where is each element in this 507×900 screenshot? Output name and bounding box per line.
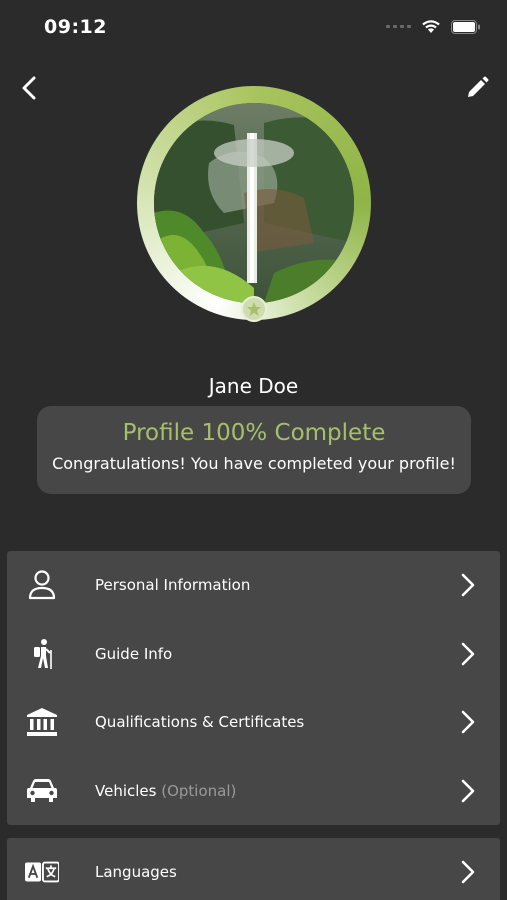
back-button[interactable] xyxy=(14,72,46,104)
menu-label: Personal Information xyxy=(95,576,251,595)
completion-message: Congratulations! You have completed your… xyxy=(52,454,456,473)
chevron-right-icon xyxy=(461,779,475,803)
menu-item-qualifications[interactable]: Qualifications & Certificates xyxy=(7,688,500,757)
edit-profile-button[interactable] xyxy=(463,74,491,102)
menu-label-text: Vehicles xyxy=(95,781,157,800)
completion-title: Profile 100% Complete xyxy=(122,420,386,446)
optional-tag: (Optional) xyxy=(161,781,237,800)
menu-item-vehicles[interactable]: Vehicles (Optional) xyxy=(7,757,500,826)
chevron-right-icon xyxy=(461,642,475,666)
pencil-icon xyxy=(468,76,489,97)
status-bar: 09:12 xyxy=(0,0,507,56)
cellular-signal-icon xyxy=(386,25,411,28)
menu-item-languages[interactable]: Languages xyxy=(7,838,500,900)
chevron-right-icon xyxy=(461,710,475,734)
person-icon xyxy=(25,568,59,602)
menu-label: Vehicles (Optional) xyxy=(95,782,236,800)
wifi-icon xyxy=(422,20,440,33)
menu-item-guide-info[interactable]: Guide Info xyxy=(7,620,500,689)
status-indicators xyxy=(386,19,481,34)
menu-label: Languages xyxy=(95,863,177,882)
avatar-photo xyxy=(154,103,354,303)
hiker-icon xyxy=(25,637,59,671)
menu-label: Guide Info xyxy=(95,644,173,663)
institution-icon xyxy=(25,705,59,739)
battery-icon xyxy=(451,19,480,34)
menu-label: Qualifications & Certificates xyxy=(95,713,305,732)
menu-item-personal-information[interactable]: Personal Information xyxy=(7,551,500,620)
status-time: 09:12 xyxy=(44,16,107,38)
chevron-left-icon xyxy=(22,76,36,100)
profile-avatar[interactable] xyxy=(137,86,371,322)
profile-menu-secondary: Languages xyxy=(7,838,500,900)
user-name: Jane Doe xyxy=(208,374,299,398)
profile-completion-card: Profile 100% Complete Congratulations! Y… xyxy=(37,406,471,494)
profile-menu: Personal Information Guide Info Qualific… xyxy=(7,551,500,825)
chevron-right-icon xyxy=(461,860,475,884)
chevron-right-icon xyxy=(461,573,475,597)
star-badge-icon xyxy=(241,296,267,322)
car-icon xyxy=(25,774,59,808)
translate-icon xyxy=(25,855,59,889)
